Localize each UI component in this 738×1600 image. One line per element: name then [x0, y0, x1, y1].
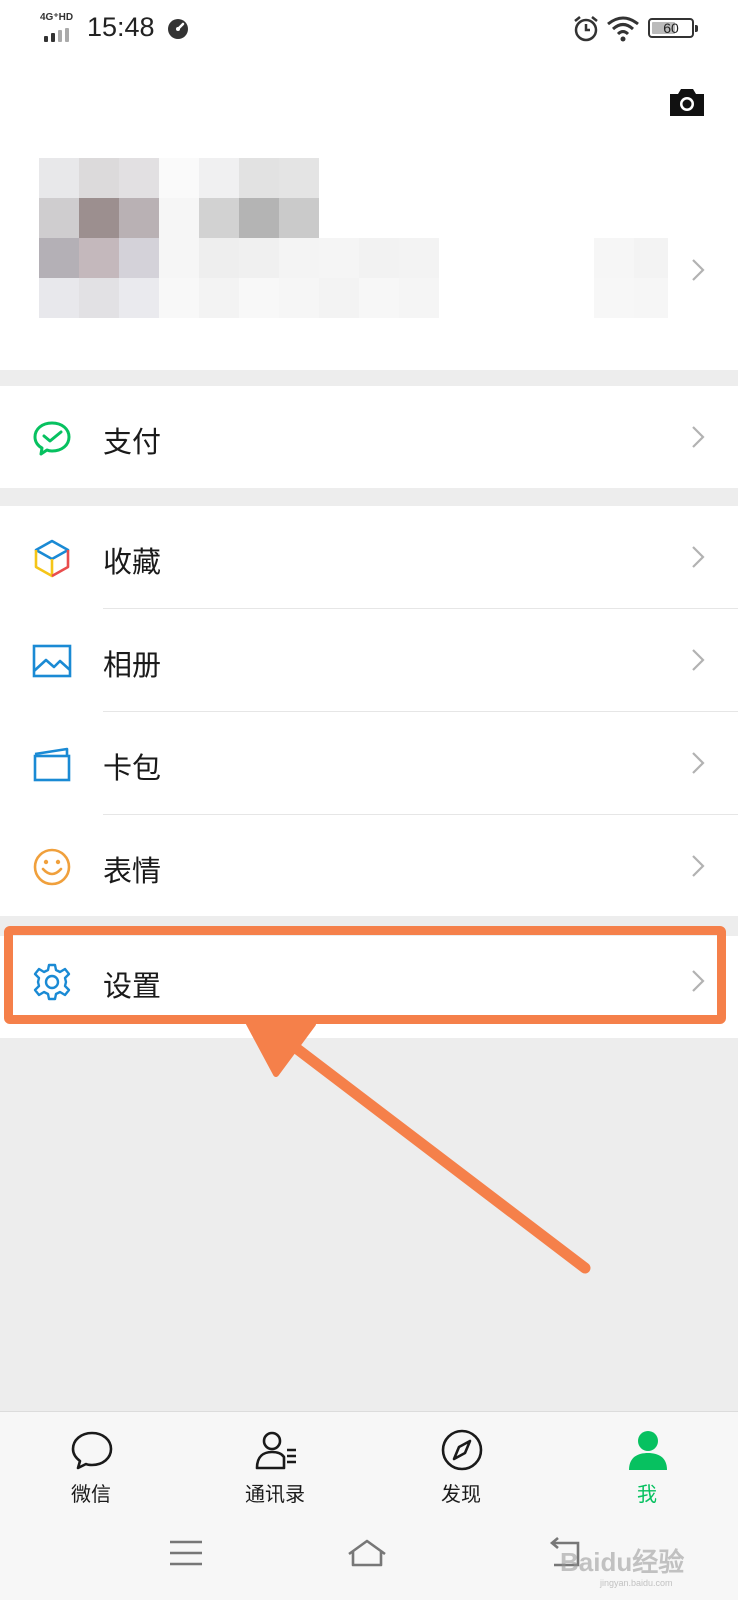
- tab-label: 微信: [71, 1482, 111, 1506]
- signal-icon: [44, 28, 74, 42]
- tab-label: 通讯录: [245, 1482, 305, 1506]
- menu-item-stickers[interactable]: 表情: [0, 815, 738, 917]
- tab-me[interactable]: 我: [587, 1412, 707, 1512]
- menu-item-pay[interactable]: 支付: [0, 386, 738, 488]
- compass-icon: [441, 1429, 483, 1471]
- menu-item-label: 相册: [103, 648, 162, 682]
- speed-icon: [168, 19, 188, 39]
- person-icon: [629, 1431, 667, 1470]
- menu-item-label: 支付: [103, 425, 162, 459]
- chevron-right-icon: [692, 259, 705, 281]
- menu-item-album[interactable]: 相册: [0, 609, 738, 711]
- chevron-right-icon: [692, 649, 705, 671]
- card-wallet-icon: [33, 747, 71, 782]
- menu-item-favorites[interactable]: 收藏: [0, 506, 738, 608]
- tab-label: 发现: [441, 1482, 481, 1506]
- clock: 15:48: [87, 12, 155, 42]
- highlight-box: [4, 926, 726, 1024]
- wifi-icon: [607, 16, 639, 42]
- alarm-icon: [574, 16, 598, 42]
- watermark: Baidu经验: [560, 1547, 685, 1577]
- pay-card: 支付: [0, 386, 738, 488]
- network-indicator: 4G⁺HD: [40, 12, 74, 23]
- wechat-pay-icon: [33, 421, 71, 456]
- home-icon[interactable]: [347, 1533, 387, 1573]
- battery-icon: 60: [648, 18, 698, 38]
- chevron-right-icon: [692, 752, 705, 774]
- tab-contacts[interactable]: 通讯录: [215, 1412, 335, 1512]
- camera-icon[interactable]: [668, 86, 706, 118]
- features-card: 收藏 相册 卡包 表情: [0, 506, 738, 916]
- menu-item-label: 收藏: [103, 545, 162, 579]
- chevron-right-icon: [692, 546, 705, 568]
- tab-chats[interactable]: 微信: [31, 1412, 151, 1512]
- tab-label: 我: [637, 1482, 657, 1506]
- menu-item-label: 表情: [103, 854, 162, 888]
- tab-bar: 微信 通讯录 发现 我: [0, 1411, 738, 1512]
- sticker-smile-icon: [33, 848, 71, 886]
- watermark-url: jingyan.baidu.com: [600, 1578, 673, 1588]
- chevron-right-icon: [692, 855, 705, 877]
- menu-item-label: 卡包: [103, 751, 162, 785]
- tab-discover[interactable]: 发现: [401, 1412, 521, 1512]
- chat-bubble-icon: [71, 1431, 113, 1470]
- favorites-cube-icon: [34, 539, 70, 578]
- chevron-right-icon: [692, 426, 705, 448]
- status-bar: 4G⁺HD 15:48 60: [0, 0, 738, 60]
- menu-icon[interactable]: [166, 1533, 206, 1573]
- contacts-icon: [255, 1431, 296, 1470]
- album-icon: [32, 644, 72, 678]
- profile-section[interactable]: [0, 150, 738, 320]
- battery-level: 60: [663, 20, 679, 36]
- menu-item-card-wallet[interactable]: 卡包: [0, 712, 738, 814]
